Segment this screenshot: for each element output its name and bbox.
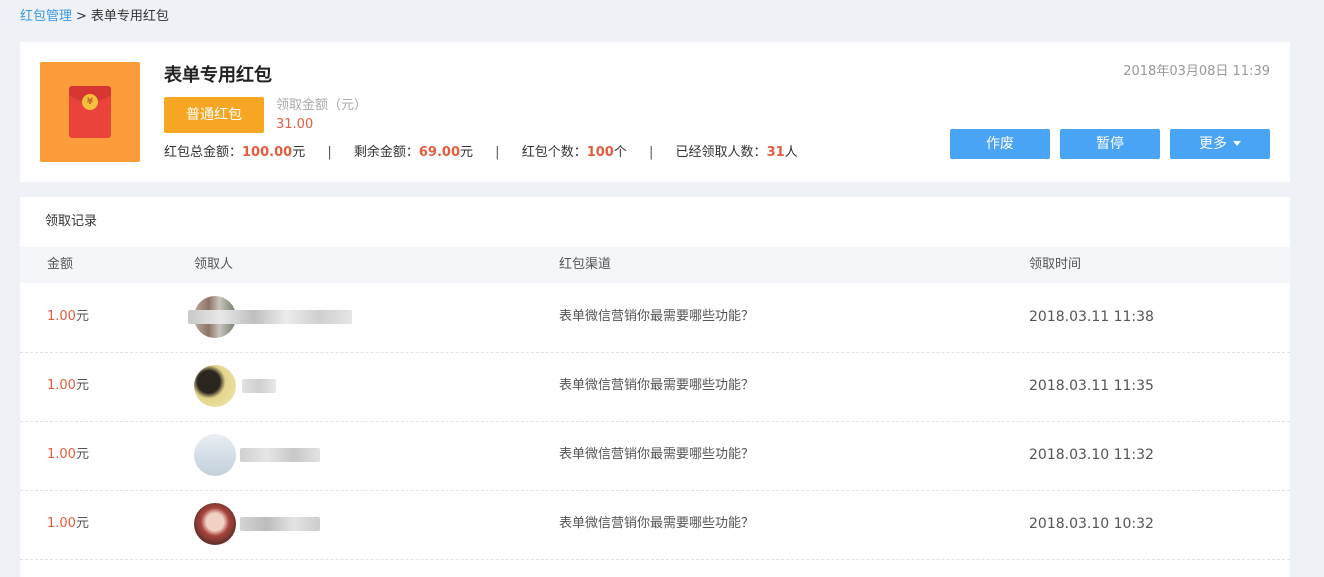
claim-amount-label: 领取金额（元）: [276, 98, 368, 113]
table-header: 金额 领取人 红包渠道 领取时间: [20, 247, 1290, 283]
packet-count-label: 红包个数：: [521, 145, 587, 160]
packet-summary-card: ¥ 表单专用红包 普通红包 领取金额（元） 31.00 红包总金额：100.00…: [20, 42, 1290, 182]
pause-button[interactable]: 暂停: [1060, 129, 1160, 159]
remaining-amount-label: 剩余金额：: [353, 145, 419, 160]
column-header-amount: 金额: [47, 257, 74, 272]
more-button-label: 更多: [1199, 136, 1227, 152]
row-time: 2018.03.11 11:38: [1029, 309, 1154, 325]
user-avatar: [194, 365, 236, 407]
row-channel: 表单微信营销你最需要哪些功能？: [559, 516, 755, 531]
amount-value: 1.00: [47, 378, 76, 393]
table-row: 1.00元 表单微信营销你最需要哪些功能？ 2018.03.11 11:38: [20, 283, 1290, 353]
row-channel: 表单微信营销你最需要哪些功能？: [559, 309, 755, 324]
amount-unit: 元: [75, 378, 89, 393]
caret-down-icon: [1233, 140, 1241, 146]
breadcrumb-root-link[interactable]: 红包管理: [20, 9, 72, 24]
column-header-time: 领取时间: [1029, 257, 1082, 272]
packet-count-value: 100: [586, 145, 614, 160]
row-amount: 1.00元: [47, 377, 89, 395]
yuan-coin-icon: ¥: [82, 94, 98, 110]
row-time: 2018.03.10 11:32: [1029, 447, 1154, 463]
amount-unit: 元: [75, 447, 89, 462]
red-envelope-icon: ¥: [40, 62, 140, 162]
table-row: 1.00元 表单微信营销你最需要哪些功能？ 2018.03.11 11:35: [20, 352, 1290, 422]
stats-divider: |: [495, 145, 500, 160]
more-dropdown-button[interactable]: 更多: [1170, 129, 1270, 159]
total-amount-unit: 元: [292, 145, 306, 160]
blurred-username: [240, 448, 320, 462]
amount-unit: 元: [75, 516, 89, 531]
user-avatar: [194, 503, 236, 545]
packet-type-button[interactable]: 普通红包: [164, 97, 264, 133]
table-row: 1.00元 表单微信营销你最需要哪些功能？ 2018.03.10 10:32: [20, 490, 1290, 560]
row-amount: 1.00元: [47, 308, 89, 326]
breadcrumb: 红包管理 > 表单专用红包: [20, 8, 169, 26]
blurred-username: [242, 379, 276, 393]
amount-value: 1.00: [47, 447, 76, 462]
stats-divider: |: [649, 145, 654, 160]
records-section-title: 领取记录: [45, 214, 98, 229]
claimed-people-label: 已经领取人数：: [675, 145, 767, 160]
column-header-channel: 红包渠道: [559, 257, 612, 272]
total-amount-value: 100.00: [242, 145, 293, 160]
remaining-amount-unit: 元: [460, 145, 474, 160]
row-amount: 1.00元: [47, 515, 89, 533]
blurred-username: [188, 310, 352, 324]
table-row: 1.00元 表单微信营销你最需要哪些功能？ 2018.03.10 11:32: [20, 421, 1290, 491]
row-time: 2018.03.10 10:32: [1029, 516, 1154, 532]
created-timestamp: 2018年03月08日 11:39: [1123, 64, 1270, 79]
packet-title: 表单专用红包: [164, 65, 272, 86]
amount-unit: 元: [75, 309, 89, 324]
packet-count-unit: 个: [613, 145, 627, 160]
amount-value: 1.00: [47, 516, 76, 531]
claim-records-card: 领取记录 金额 领取人 红包渠道 领取时间 1.00元 表单微信营销你最需要哪些…: [20, 197, 1290, 577]
blurred-username: [240, 517, 320, 531]
void-button[interactable]: 作废: [950, 129, 1050, 159]
stats-divider: |: [327, 145, 332, 160]
amount-value: 1.00: [47, 309, 76, 324]
claimed-people-unit: 人: [784, 145, 798, 160]
envelope-body: ¥: [69, 86, 111, 138]
row-amount: 1.00元: [47, 446, 89, 464]
row-time: 2018.03.11 11:35: [1029, 378, 1154, 394]
user-avatar: [194, 434, 236, 476]
breadcrumb-separator: >: [76, 9, 87, 24]
row-channel: 表单微信营销你最需要哪些功能？: [559, 378, 755, 393]
column-header-user: 领取人: [194, 257, 234, 272]
breadcrumb-current: 表单专用红包: [90, 9, 169, 24]
remaining-amount-value: 69.00: [418, 145, 461, 160]
row-channel: 表单微信营销你最需要哪些功能？: [559, 447, 755, 462]
claimed-people-value: 31: [766, 145, 785, 160]
total-amount-label: 红包总金额：: [164, 145, 243, 160]
claim-amount-value: 31.00: [276, 117, 314, 132]
packet-stats: 红包总金额：100.00元 | 剩余金额：69.00元 | 红包个数：100个 …: [164, 144, 798, 162]
